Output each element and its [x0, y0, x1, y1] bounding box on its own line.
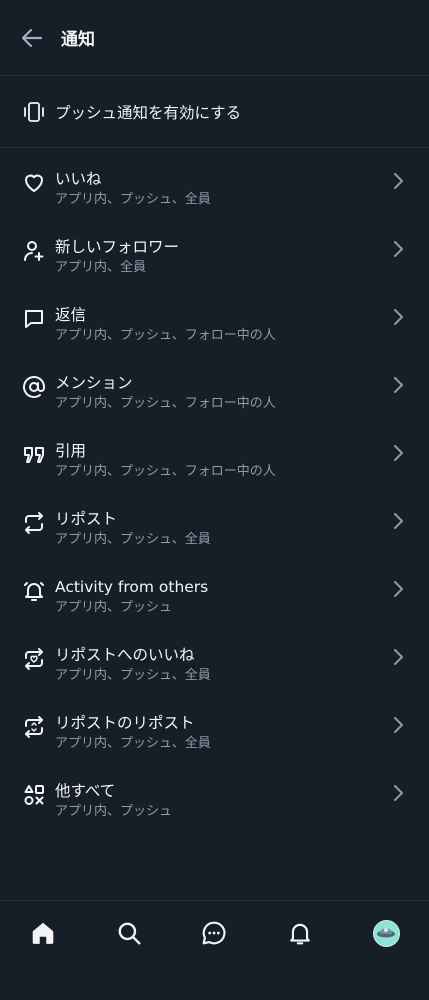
chevron-right-icon [391, 445, 405, 461]
repost-heart-icon [21, 646, 47, 672]
setting-likes[interactable]: いいね アプリ内、プッシュ、全員 [0, 156, 429, 224]
avatar [372, 919, 400, 947]
search-icon [118, 922, 141, 945]
tab-profile[interactable] [366, 917, 406, 949]
notification-settings-list: いいね アプリ内、プッシュ、全員 新しいフォロワー アプリ内、全員 返信 アプリ… [0, 148, 429, 836]
heart-icon [21, 170, 47, 196]
setting-title: リポストのリポスト [55, 714, 195, 732]
phone-vibrate-icon [21, 99, 47, 125]
header: 通知 [0, 0, 429, 76]
home-icon [32, 922, 54, 944]
chevron-right-icon [391, 513, 405, 529]
avatar-icon [377, 927, 396, 938]
setting-activity-from-others[interactable]: Activity from others アプリ内、プッシュ [0, 564, 429, 632]
setting-quotes[interactable]: 引用 アプリ内、プッシュ、フォロー中の人 [0, 428, 429, 496]
tab-notifications[interactable] [280, 917, 320, 949]
setting-new-followers[interactable]: 新しいフォロワー アプリ内、全員 [0, 224, 429, 292]
arrow-left-icon [22, 28, 42, 47]
back-button[interactable] [20, 26, 44, 50]
speech-bubble-icon [21, 306, 47, 332]
bottom-tab-bar [0, 900, 429, 1000]
setting-subtitle: アプリ内、プッシュ、フォロー中の人 [55, 464, 276, 479]
setting-subtitle: アプリ内、プッシュ、全員 [55, 736, 211, 751]
setting-title: 返信 [55, 306, 87, 324]
chevron-right-icon [391, 241, 405, 257]
setting-subtitle: アプリ内、プッシュ、フォロー中の人 [55, 396, 276, 411]
chevron-right-icon [391, 309, 405, 325]
setting-everything-else[interactable]: 他すべて アプリ内、プッシュ [0, 768, 429, 836]
bell-ringing-icon [21, 578, 47, 604]
setting-reposts[interactable]: リポスト アプリ内、プッシュ、全員 [0, 496, 429, 564]
setting-subtitle: アプリ内、プッシュ、フォロー中の人 [55, 328, 276, 343]
setting-replies[interactable]: 返信 アプリ内、プッシュ、フォロー中の人 [0, 292, 429, 360]
setting-title: 他すべて [55, 782, 116, 800]
quote-icon [21, 442, 47, 468]
chevron-right-icon [391, 717, 405, 733]
setting-likes-on-reposts[interactable]: リポストへのいいね アプリ内、プッシュ、全員 [0, 632, 429, 700]
chevron-right-icon [391, 377, 405, 393]
setting-title: リポストへのいいね [55, 646, 195, 664]
enable-push-label: プッシュ通知を有効にする [55, 103, 242, 122]
bell-icon [290, 923, 311, 945]
chevron-right-icon [391, 173, 405, 189]
setting-subtitle: アプリ内、全員 [55, 260, 147, 275]
tab-search[interactable] [109, 917, 149, 949]
repost-icon [21, 510, 47, 536]
shapes-icon [21, 782, 47, 808]
setting-subtitle: アプリ内、プッシュ、全員 [55, 192, 211, 207]
setting-subtitle: アプリ内、プッシュ [55, 804, 173, 819]
chevron-right-icon [391, 785, 405, 801]
setting-title: リポスト [55, 510, 118, 528]
person-plus-icon [21, 238, 47, 264]
setting-title: いいね [55, 170, 102, 188]
enable-push-row[interactable]: プッシュ通知を有効にする [0, 76, 429, 148]
tab-home[interactable] [23, 917, 63, 949]
setting-mentions[interactable]: メンション アプリ内、プッシュ、フォロー中の人 [0, 360, 429, 428]
setting-title: 新しいフォロワー [55, 238, 180, 256]
setting-subtitle: アプリ内、プッシュ [55, 600, 173, 615]
setting-title: 引用 [55, 442, 87, 460]
setting-title: メンション [55, 374, 133, 392]
page-title: 通知 [61, 30, 95, 50]
tab-chat[interactable] [194, 917, 234, 949]
chevron-right-icon [391, 581, 405, 597]
chevron-right-icon [391, 649, 405, 665]
setting-subtitle: アプリ内、プッシュ、全員 [55, 532, 211, 547]
setting-title: Activity from others [55, 578, 209, 596]
chat-bubble-icon [203, 921, 226, 945]
setting-subtitle: アプリ内、プッシュ、全員 [55, 668, 211, 683]
setting-reposts-of-reposts[interactable]: リポストのリポスト アプリ内、プッシュ、全員 [0, 700, 429, 768]
at-sign-icon [21, 374, 47, 400]
repost-repost-icon [21, 714, 47, 740]
